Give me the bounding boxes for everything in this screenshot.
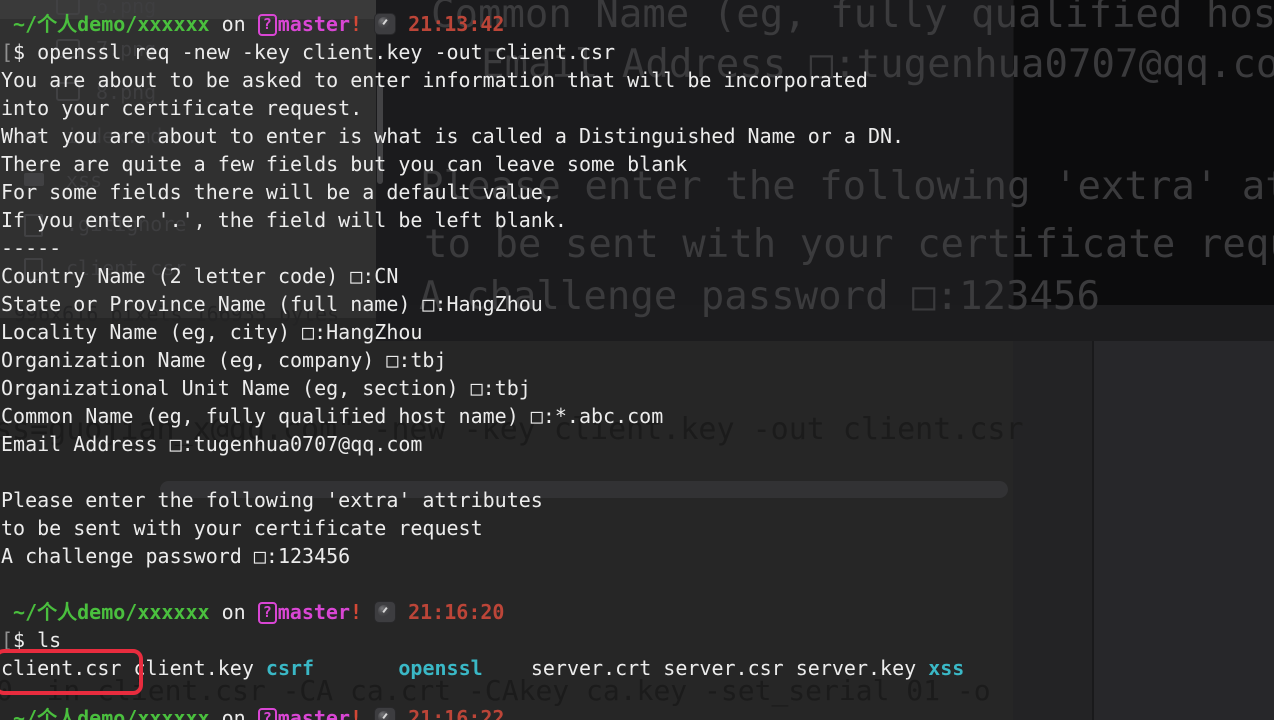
terminal-line: Email Address □:tugenhua0707@qq.com bbox=[1, 432, 422, 456]
terminal-line: Organization Name (eg, company) □:tbj bbox=[1, 348, 447, 372]
watch-icon bbox=[374, 707, 396, 720]
terminal-line: You are about to be asked to enter infor… bbox=[1, 68, 868, 92]
terminal-text-segment: A challenge password □:123456 bbox=[1, 544, 350, 568]
terminal-line: For some fields there will be a default … bbox=[1, 180, 555, 204]
question-badge-icon: ? bbox=[258, 708, 277, 720]
terminal-text-segment: Organizational Unit Name (eg, section) □… bbox=[1, 376, 531, 400]
terminal-text-segment: You are about to be asked to enter infor… bbox=[1, 68, 868, 92]
terminal-line: State or Province Name (full name) □:Han… bbox=[1, 292, 543, 316]
terminal-text-segment: xss bbox=[928, 656, 964, 680]
terminal-text-segment: to be sent with your certificate request bbox=[1, 516, 483, 540]
terminal-text-segment: If you enter '.', the field will be left… bbox=[1, 208, 567, 232]
terminal-text-segment: server.crt server.csr server.key bbox=[531, 656, 928, 680]
question-badge-icon: ? bbox=[258, 602, 277, 624]
terminal-line: Organizational Unit Name (eg, section) □… bbox=[1, 376, 531, 400]
terminal-line: Country Name (2 letter code) □:CN bbox=[1, 264, 398, 288]
terminal-text-segment: ! bbox=[350, 706, 362, 720]
terminal-text-segment bbox=[362, 706, 374, 720]
terminal-text-segment bbox=[396, 600, 408, 624]
terminal-text-segment: Common Name (eg, fully qualified host na… bbox=[1, 404, 663, 428]
terminal-text-segment: on bbox=[210, 706, 258, 720]
terminal-text-segment bbox=[396, 12, 408, 36]
terminal-text-segment bbox=[362, 600, 374, 624]
terminal-text-segment: ~/个人demo/xxxxxx bbox=[1, 706, 210, 720]
terminal-text-segment: For some fields there will be a default … bbox=[1, 180, 555, 204]
terminal-text-segment: Country Name (2 letter code) □:CN bbox=[1, 264, 398, 288]
terminal-text-segment: into your certificate request. bbox=[1, 96, 362, 120]
watch-icon bbox=[374, 13, 396, 35]
terminal-line: ~/个人demo/xxxxxx on ?master! 21:13:42 bbox=[1, 12, 504, 36]
terminal-text-segment: ~/个人demo/xxxxxx bbox=[1, 12, 210, 36]
terminal-text-segment: ! bbox=[350, 12, 362, 36]
terminal-line: If you enter '.', the field will be left… bbox=[1, 208, 567, 232]
terminal-text-segment bbox=[396, 706, 408, 720]
terminal-text-segment: openssl bbox=[398, 656, 482, 680]
terminal-line: Common Name (eg, fully qualified host na… bbox=[1, 404, 663, 428]
terminal-text-segment: Locality Name (eg, city) □:HangZhou bbox=[1, 320, 422, 344]
terminal-text-segment: Organization Name (eg, company) □:tbj bbox=[1, 348, 447, 372]
terminal-line: into your certificate request. bbox=[1, 96, 362, 120]
screen: 6.png7.png8.png<>index.mdxss.gitignorecl… bbox=[0, 0, 1274, 720]
terminal-line: ----- bbox=[1, 236, 61, 260]
terminal-line: Please enter the following 'extra' attri… bbox=[1, 488, 543, 512]
terminal-text-segment: master bbox=[278, 706, 350, 720]
terminal-text-segment: 21:16:22 bbox=[408, 706, 504, 720]
terminal-text-segment: Email Address □:tugenhua0707@qq.com bbox=[1, 432, 422, 456]
terminal-text-segment: There are quite a few fields but you can… bbox=[1, 152, 687, 176]
terminal-text-segment: master bbox=[278, 12, 350, 36]
terminal-text-segment: master bbox=[278, 600, 350, 624]
terminal-text-segment bbox=[483, 656, 531, 680]
terminal-text-segment bbox=[362, 12, 374, 36]
terminal-text-segment: ! bbox=[350, 600, 362, 624]
terminal-line: What you are about to enter is what is c… bbox=[1, 124, 904, 148]
terminal-text-segment: ~/个人demo/xxxxxx bbox=[1, 600, 210, 624]
terminal-text-segment: [ bbox=[1, 40, 13, 64]
terminal-text-segment: csrf bbox=[266, 656, 314, 680]
question-badge-icon: ? bbox=[258, 14, 277, 36]
terminal-line: ~/个人demo/xxxxxx on ?master! 21:16:22 bbox=[1, 706, 504, 720]
terminal-line: to be sent with your certificate request bbox=[1, 516, 483, 540]
highlight-annotation-box bbox=[0, 649, 143, 695]
terminal-line: [$ openssl req -new -key client.key -out… bbox=[1, 40, 615, 64]
terminal-text-segment: on bbox=[210, 12, 258, 36]
terminal-text-segment: $ openssl req -new -key client.key -out … bbox=[13, 40, 615, 64]
terminal-line: There are quite a few fields but you can… bbox=[1, 152, 687, 176]
terminal-text-segment: 21:13:42 bbox=[408, 12, 504, 36]
terminal-text-segment: State or Province Name (full name) □:Han… bbox=[1, 292, 543, 316]
terminal-text-segment: on bbox=[210, 600, 258, 624]
terminal-line: Locality Name (eg, city) □:HangZhou bbox=[1, 320, 422, 344]
terminal-text-segment: What you are about to enter is what is c… bbox=[1, 124, 904, 148]
terminal-line: client.csr client.key csrf openssl serve… bbox=[1, 656, 964, 680]
terminal-text-segment: 21:16:20 bbox=[408, 600, 504, 624]
terminal-text-segment bbox=[314, 656, 398, 680]
terminal-line: A challenge password □:123456 bbox=[1, 544, 350, 568]
terminal-output: ~/个人demo/xxxxxx on ?master! 21:13:42[$ o… bbox=[0, 0, 1274, 720]
terminal-line: ~/个人demo/xxxxxx on ?master! 21:16:20 bbox=[1, 600, 504, 624]
watch-icon bbox=[374, 601, 396, 623]
terminal-text-segment: Please enter the following 'extra' attri… bbox=[1, 488, 543, 512]
terminal-text-segment: ----- bbox=[1, 236, 61, 260]
